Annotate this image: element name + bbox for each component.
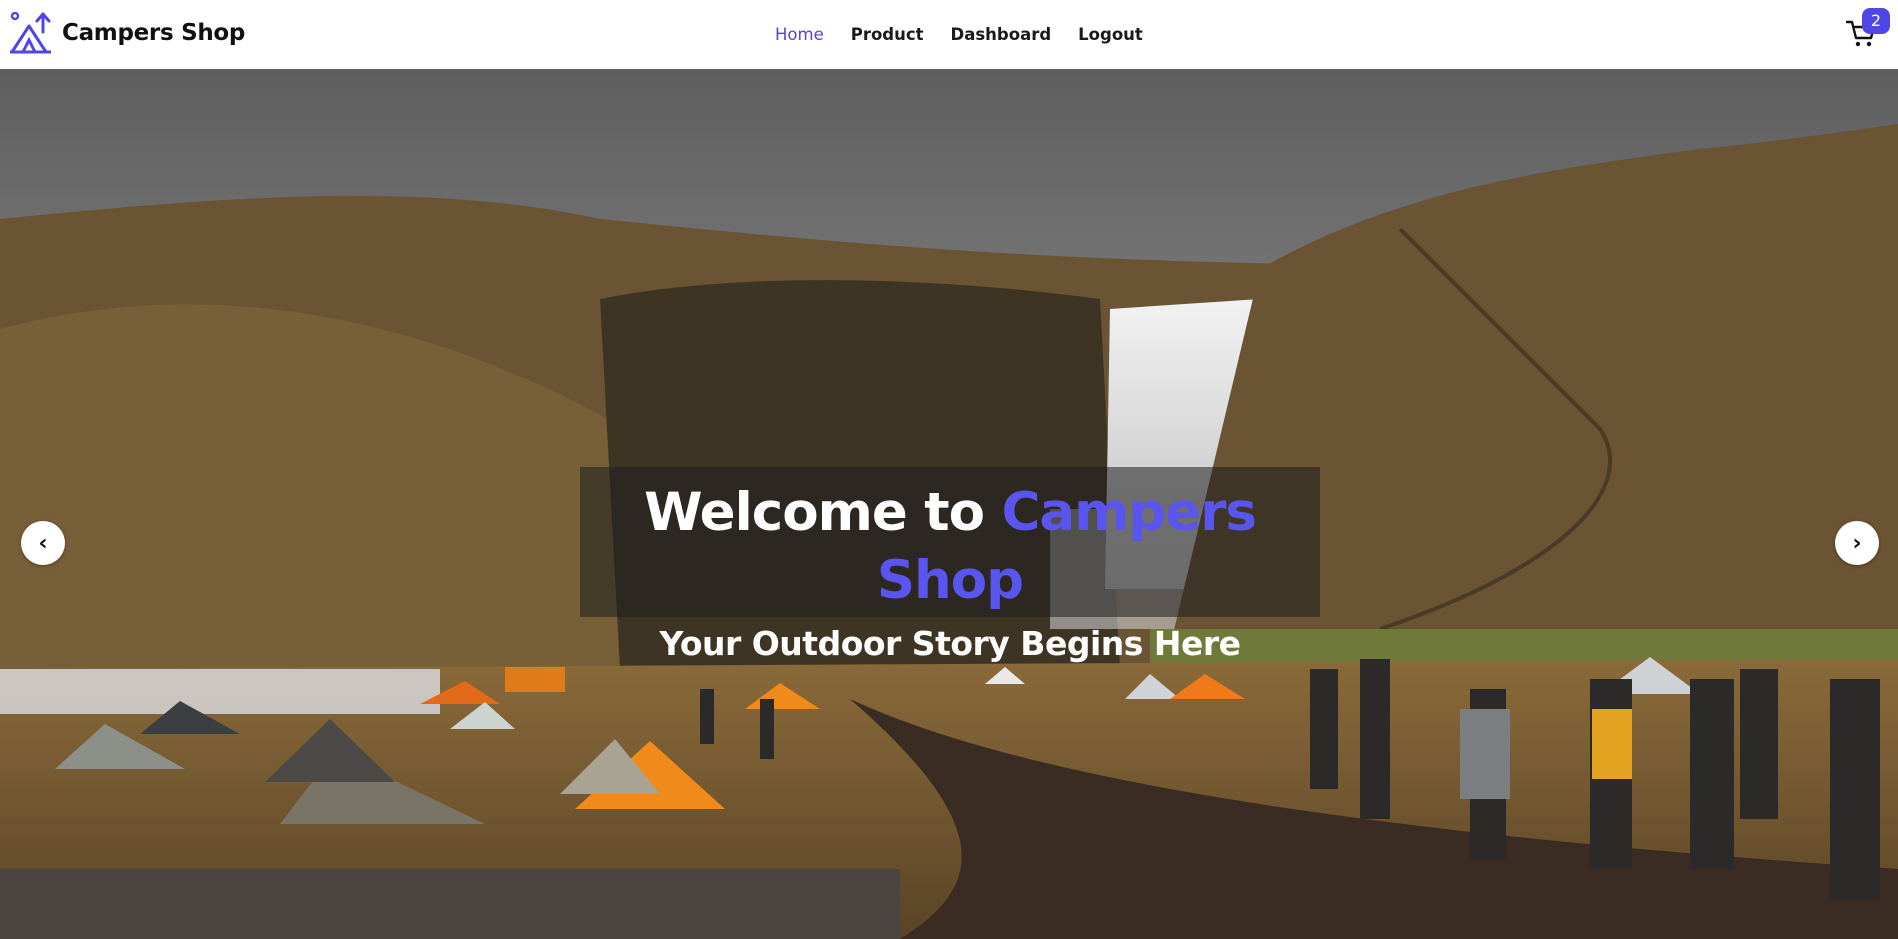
nav-home[interactable]: Home bbox=[775, 25, 824, 44]
nav-dashboard[interactable]: Dashboard bbox=[951, 25, 1052, 44]
hero-caption: Welcome to Campers Shop Your Outdoor Sto… bbox=[580, 467, 1320, 663]
cart-count-badge: 2 bbox=[1862, 8, 1890, 34]
hero-title-prefix: Welcome to bbox=[644, 482, 1002, 543]
nav-logout[interactable]: Logout bbox=[1078, 25, 1143, 44]
hero-carousel: Welcome to Campers Shop Your Outdoor Sto… bbox=[0, 69, 1898, 939]
brand-name: Campers Shop bbox=[62, 20, 246, 46]
chevron-right-icon: › bbox=[1852, 530, 1862, 556]
hero-subtitle: Your Outdoor Story Begins Here bbox=[659, 624, 1241, 663]
tent-logo-icon bbox=[10, 12, 51, 54]
nav-product[interactable]: Product bbox=[851, 25, 924, 44]
hero-title: Welcome to Campers Shop bbox=[580, 479, 1320, 615]
navbar: Campers Shop Home Product Dashboard Logo… bbox=[0, 0, 1898, 69]
carousel-prev-button[interactable]: ‹ bbox=[21, 521, 65, 565]
brand-link[interactable]: Campers Shop bbox=[10, 12, 245, 54]
chevron-left-icon: ‹ bbox=[38, 530, 48, 556]
cart-button[interactable]: 2 bbox=[1846, 8, 1890, 50]
carousel-next-button[interactable]: › bbox=[1835, 521, 1879, 565]
main-nav: Home Product Dashboard Logout bbox=[775, 0, 1170, 69]
